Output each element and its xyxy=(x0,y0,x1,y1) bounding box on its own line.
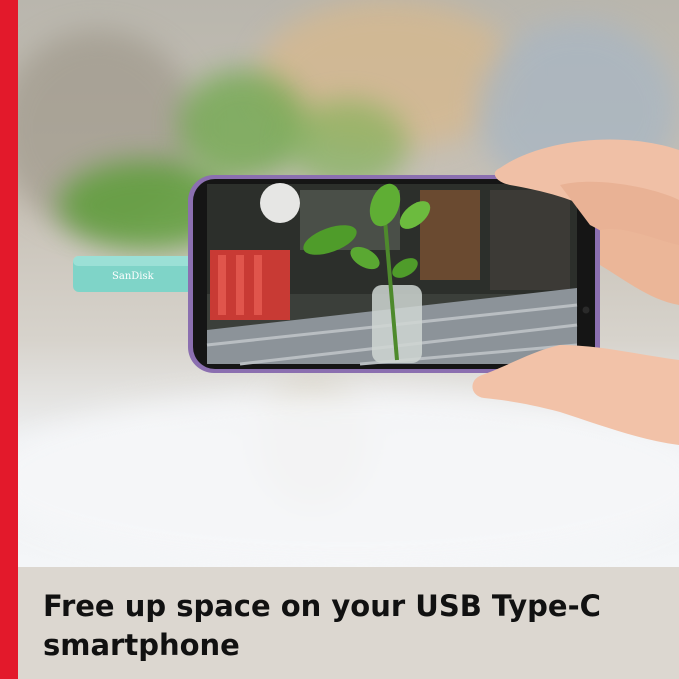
usb-drive-highlight xyxy=(73,256,193,266)
screen-lamp xyxy=(260,183,300,223)
screen-chair-slat xyxy=(218,255,226,315)
phone-camera-icon xyxy=(582,306,590,314)
product-image: SanDisk Free up space on your USB Type-C… xyxy=(0,0,679,679)
screen-chair-slat xyxy=(236,255,244,315)
usb-brand-logo: SanDisk xyxy=(112,271,155,282)
screen-chair-slat xyxy=(254,255,262,315)
screen-doorway xyxy=(420,190,480,280)
caption-panel: Free up space on your USB Type-C smartph… xyxy=(18,567,679,679)
smartphone xyxy=(188,175,600,373)
caption-headline: Free up space on your USB Type-C smartph… xyxy=(43,589,601,662)
screen-wall xyxy=(490,190,570,290)
